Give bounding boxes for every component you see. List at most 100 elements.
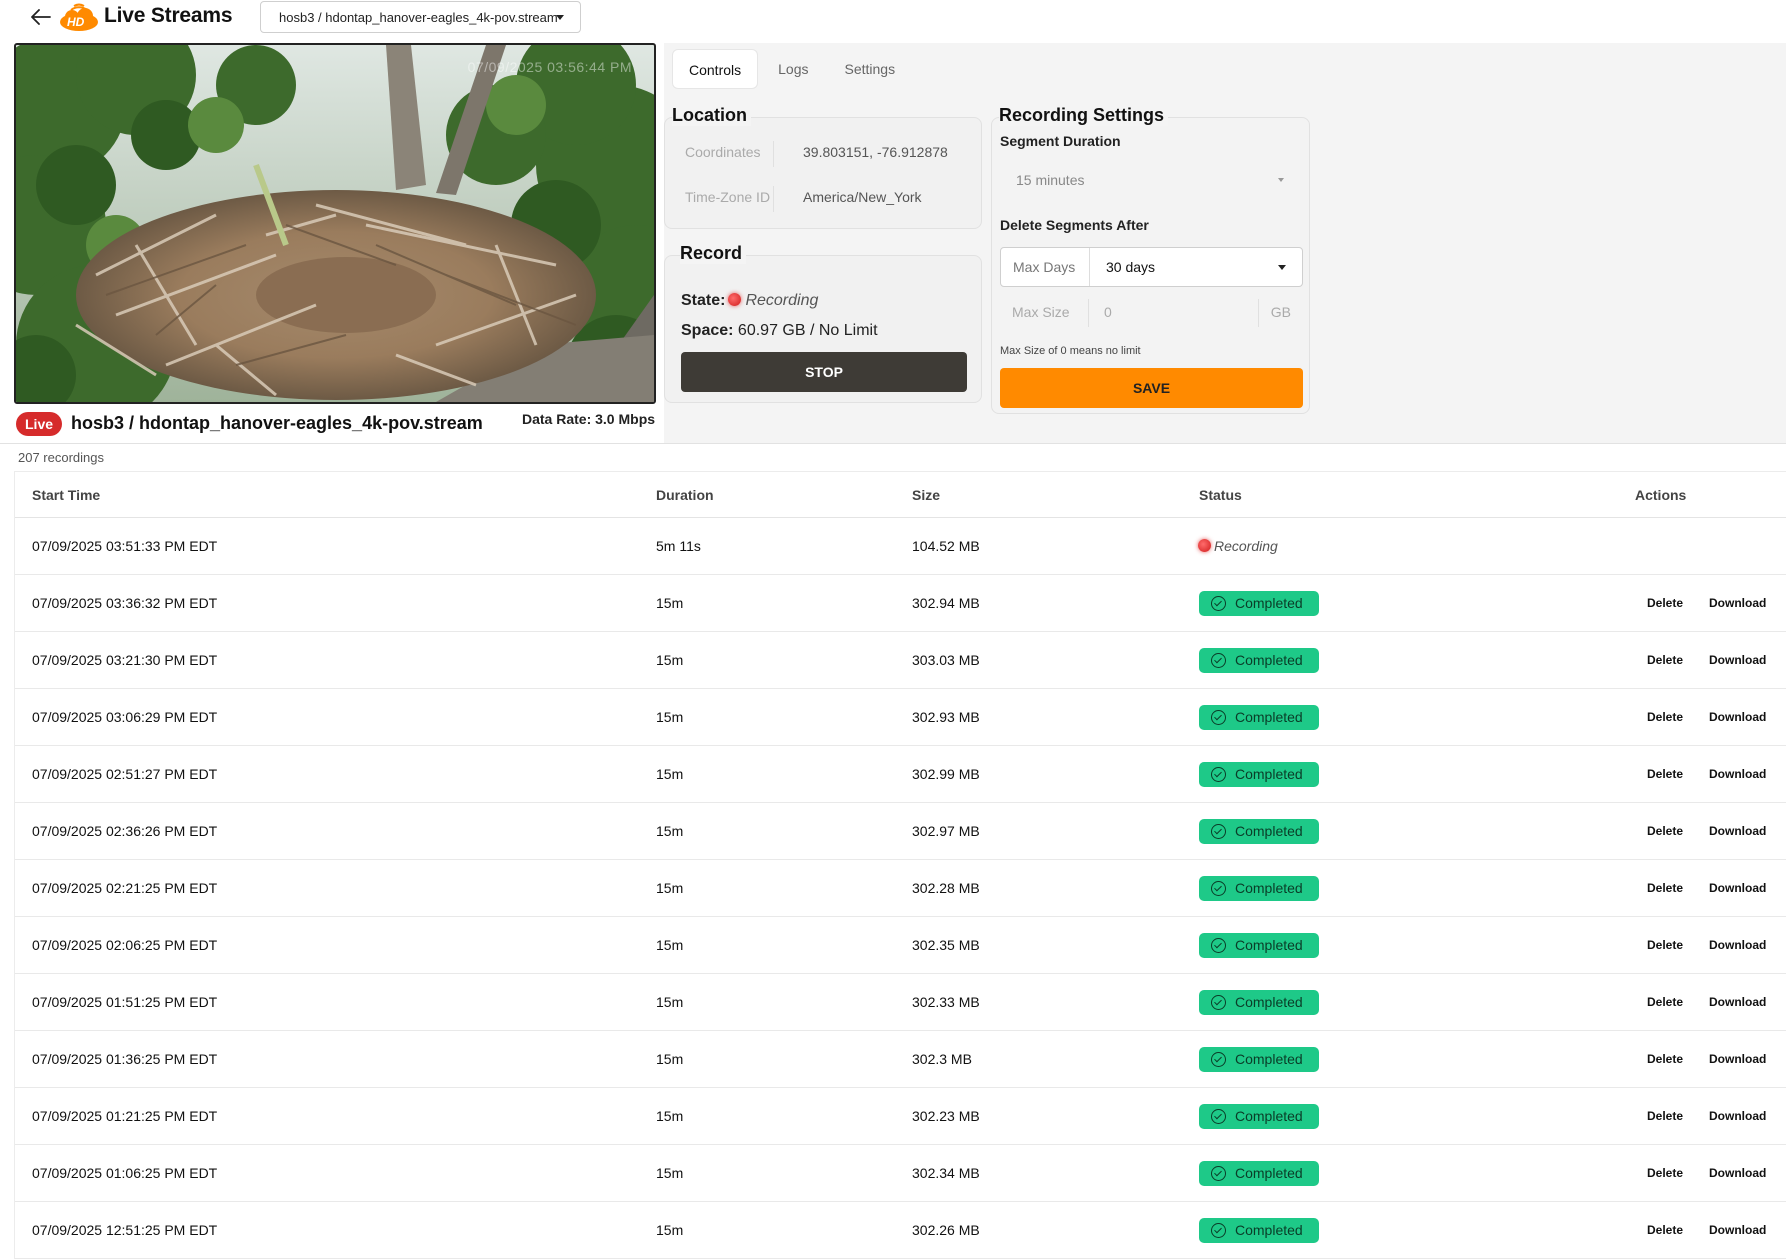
max-days-select[interactable]: Max Days 30 days <box>1000 247 1303 287</box>
cell-start-time: 07/09/2025 01:36:25 PM EDT <box>32 1051 218 1067</box>
controls-panel: Controls Logs Settings Coordinates 39.80… <box>664 43 1786 443</box>
tab-controls[interactable]: Controls <box>672 49 759 89</box>
cell-duration: 15m <box>656 595 684 611</box>
delete-button[interactable]: Delete <box>1647 767 1683 781</box>
recording-dot-icon <box>1198 539 1211 552</box>
column-start-time[interactable]: Start Time <box>32 487 100 503</box>
recording-settings-card: Segment Duration 15 minutes Delete Segme… <box>991 117 1310 414</box>
state-label: State: <box>681 292 726 309</box>
section-divider <box>0 443 1786 444</box>
max-size-value: 0 <box>1104 304 1112 320</box>
cell-size: 302.93 MB <box>912 709 980 725</box>
delete-button[interactable]: Delete <box>1647 995 1683 1009</box>
download-button[interactable]: Download <box>1709 596 1766 610</box>
eagle-nest-camera-frame <box>16 45 654 402</box>
delete-button[interactable]: Delete <box>1647 710 1683 724</box>
tab-settings[interactable]: Settings <box>829 49 912 89</box>
table-header: Start Time Duration Size Status Actions <box>15 472 1786 518</box>
status-text: Recording <box>1214 538 1278 554</box>
cell-start-time: 07/09/2025 02:21:25 PM EDT <box>32 880 218 896</box>
status-text: Completed <box>1235 823 1303 839</box>
column-status[interactable]: Status <box>1199 487 1242 503</box>
download-button[interactable]: Download <box>1709 995 1766 1009</box>
tab-logs[interactable]: Logs <box>762 49 824 89</box>
stream-select[interactable]: hosb3 / hdontap_hanover-eagles_4k-pov.st… <box>260 1 581 33</box>
status-badge: Completed <box>1199 876 1319 901</box>
delete-button[interactable]: Delete <box>1647 824 1683 838</box>
max-size-field[interactable]: Max Size 0 GB <box>1000 293 1303 333</box>
check-circle-icon <box>1211 1052 1226 1067</box>
divider <box>1088 299 1089 327</box>
table-row: 07/09/2025 03:36:32 PM EDT 15m 302.94 MB Co… <box>15 575 1786 632</box>
table-row: 07/09/2025 02:06:25 PM EDT 15m 302.35 MB Co… <box>15 917 1786 974</box>
delete-button[interactable]: Delete <box>1647 881 1683 895</box>
check-circle-icon <box>1211 1223 1226 1238</box>
delete-button[interactable]: Delete <box>1647 1223 1683 1237</box>
table-row: 07/09/2025 03:21:30 PM EDT 15m 303.03 MB Co… <box>15 632 1786 689</box>
status-text: Completed <box>1235 1051 1303 1067</box>
save-button[interactable]: SAVE <box>1000 368 1303 408</box>
state-value: Recording <box>745 292 819 309</box>
video-timestamp: 07/09/2025 03:56:44 PM <box>467 59 632 75</box>
download-button[interactable]: Download <box>1709 767 1766 781</box>
record-space: Space: 60.97 GB / No Limit <box>681 322 878 340</box>
download-button[interactable]: Download <box>1709 938 1766 952</box>
cell-duration: 15m <box>656 994 684 1010</box>
delete-button[interactable]: Delete <box>1647 938 1683 952</box>
column-duration[interactable]: Duration <box>656 487 714 503</box>
tab-bar: Controls Logs Settings <box>672 49 911 89</box>
download-button[interactable]: Download <box>1709 824 1766 838</box>
download-button[interactable]: Download <box>1709 653 1766 667</box>
download-button[interactable]: Download <box>1709 1223 1766 1237</box>
delete-button[interactable]: Delete <box>1647 596 1683 610</box>
cell-start-time: 07/09/2025 01:06:25 PM EDT <box>32 1165 218 1181</box>
cell-start-time: 07/09/2025 01:21:25 PM EDT <box>32 1108 218 1124</box>
cell-size: 302.97 MB <box>912 823 980 839</box>
location-card: Coordinates 39.803151, -76.912878 Time-Z… <box>664 117 982 229</box>
cell-duration: 15m <box>656 1108 684 1124</box>
status-text: Completed <box>1235 880 1303 896</box>
check-circle-icon <box>1211 881 1226 896</box>
cell-start-time: 07/09/2025 02:06:25 PM EDT <box>32 937 218 953</box>
check-circle-icon <box>1211 596 1226 611</box>
table-row: 07/09/2025 01:36:25 PM EDT 15m 302.3 MB Com… <box>15 1031 1786 1088</box>
download-button[interactable]: Download <box>1709 1052 1766 1066</box>
segment-duration-select[interactable]: 15 minutes <box>1000 161 1300 199</box>
timezone-value: America/New_York <box>803 189 922 205</box>
status-badge: Completed <box>1199 1104 1319 1129</box>
cell-start-time: 07/09/2025 02:36:26 PM EDT <box>32 823 218 839</box>
download-button[interactable]: Download <box>1709 710 1766 724</box>
download-button[interactable]: Download <box>1709 1109 1766 1123</box>
table-body: 07/09/2025 03:51:33 PM EDT 5m 11s 104.52 M… <box>15 518 1786 1259</box>
cell-size: 302.23 MB <box>912 1108 980 1124</box>
download-button[interactable]: Download <box>1709 1166 1766 1180</box>
status-text: Completed <box>1235 1222 1303 1238</box>
video-player[interactable]: 07/09/2025 03:56:44 PM <box>14 43 656 404</box>
stream-select-value: hosb3 / hdontap_hanover-eagles_4k-pov.st… <box>279 10 558 25</box>
delete-button[interactable]: Delete <box>1647 1052 1683 1066</box>
live-badge: Live <box>16 412 63 436</box>
column-size[interactable]: Size <box>912 487 940 503</box>
cell-size: 302.3 MB <box>912 1051 972 1067</box>
data-rate: Data Rate: 3.0 Mbps <box>522 411 656 427</box>
max-days-value: 30 days <box>1106 259 1156 275</box>
status-badge: Completed <box>1199 762 1319 787</box>
cell-duration: 15m <box>656 1165 684 1181</box>
timezone-row: Time-Zone ID America/New_York <box>665 176 981 221</box>
column-actions: Actions <box>1635 487 1687 503</box>
delete-button[interactable]: Delete <box>1647 1166 1683 1180</box>
stop-button[interactable]: STOP <box>681 352 967 392</box>
back-arrow-icon[interactable] <box>28 4 54 30</box>
divider <box>773 141 774 167</box>
location-title: Location <box>672 105 751 126</box>
max-days-label: Max Days <box>1013 259 1076 275</box>
cell-size: 302.28 MB <box>912 880 980 896</box>
record-state: State: Recording <box>681 292 818 310</box>
cell-duration: 15m <box>656 1051 684 1067</box>
delete-button[interactable]: Delete <box>1647 653 1683 667</box>
download-button[interactable]: Download <box>1709 881 1766 895</box>
cell-size: 302.33 MB <box>912 994 980 1010</box>
delete-button[interactable]: Delete <box>1647 1109 1683 1123</box>
cell-duration: 15m <box>656 1222 684 1238</box>
space-value: 60.97 GB / No Limit <box>737 322 878 339</box>
